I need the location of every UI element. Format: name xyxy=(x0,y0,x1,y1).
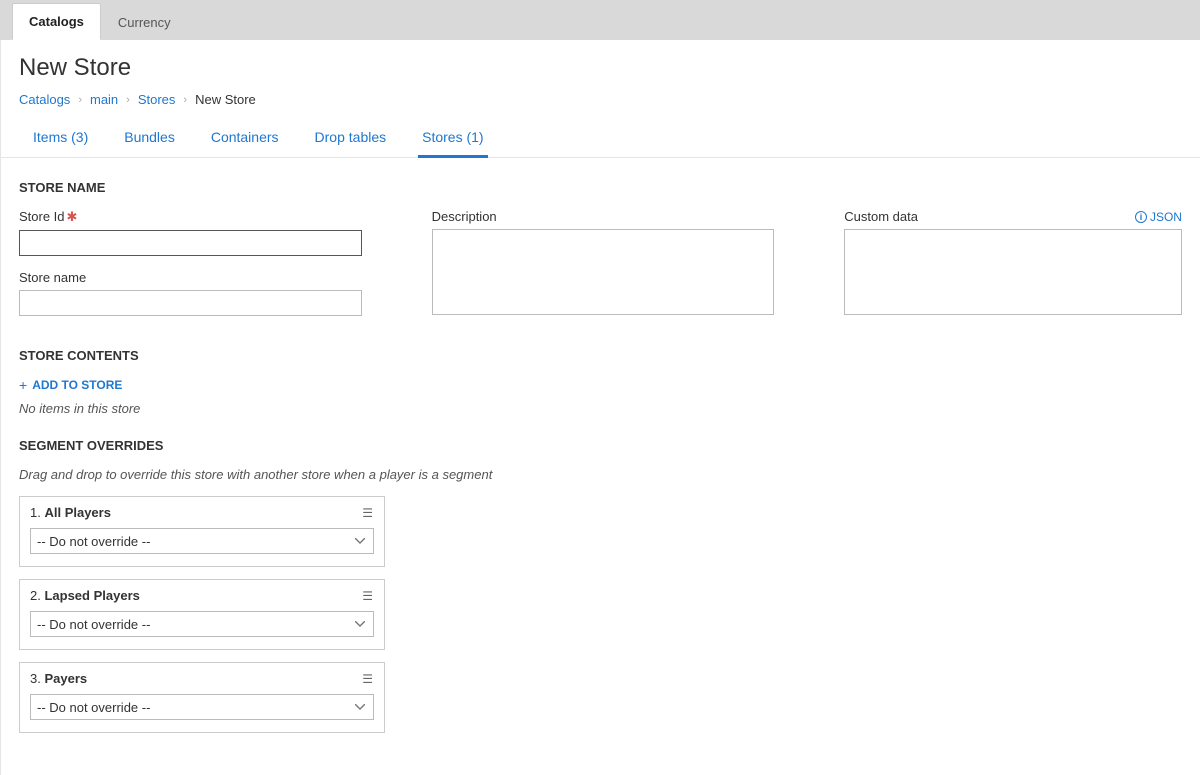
sub-tab-bundles[interactable]: Bundles xyxy=(120,119,179,158)
top-tab-bar: Catalogs Currency xyxy=(0,0,1200,40)
label-store-name: Store name xyxy=(19,270,362,285)
drag-handle-icon[interactable]: ☰ xyxy=(362,592,374,600)
segment-header: 1. All Players ☰ xyxy=(30,505,374,520)
chevron-right-icon: › xyxy=(183,94,187,106)
breadcrumb: Catalogs › main › Stores › New Store xyxy=(19,92,1182,107)
sub-tab-drop-tables[interactable]: Drop tables xyxy=(311,119,391,158)
tab-catalogs[interactable]: Catalogs xyxy=(12,3,101,40)
breadcrumb-stores[interactable]: Stores xyxy=(138,92,176,107)
segment-title: 3. Payers xyxy=(30,671,87,686)
required-asterisk-icon: ✱ xyxy=(67,209,78,224)
segment-override-select[interactable]: -- Do not override -- xyxy=(30,611,374,637)
label-store-id: Store Id✱ xyxy=(19,209,362,225)
json-link[interactable]: i JSON xyxy=(1135,210,1182,224)
chevron-right-icon: › xyxy=(78,94,82,106)
segment-card[interactable]: 3. Payers ☰ -- Do not override -- xyxy=(19,662,385,733)
add-to-store-button[interactable]: + ADD TO STORE xyxy=(19,377,122,393)
section-segment-overrides: SEGMENT OVERRIDES xyxy=(19,438,1182,453)
segment-override-select[interactable]: -- Do not override -- xyxy=(30,694,374,720)
tab-currency[interactable]: Currency xyxy=(101,4,188,40)
drag-handle-icon[interactable]: ☰ xyxy=(362,675,374,683)
segment-title: 1. All Players xyxy=(30,505,111,520)
chevron-right-icon: › xyxy=(126,94,130,106)
page-title: New Store xyxy=(19,54,1182,82)
drag-handle-icon[interactable]: ☰ xyxy=(362,509,374,517)
segment-card[interactable]: 1. All Players ☰ -- Do not override -- xyxy=(19,496,385,567)
section-store-name: STORE NAME xyxy=(19,180,1182,195)
section-store-contents: STORE CONTENTS xyxy=(19,348,1182,363)
segment-title: 2. Lapsed Players xyxy=(30,588,140,603)
segment-header: 3. Payers ☰ xyxy=(30,671,374,686)
label-description: Description xyxy=(432,209,775,224)
custom-data-textarea[interactable] xyxy=(844,229,1182,315)
info-icon: i xyxy=(1135,211,1147,223)
label-custom-data: Custom data xyxy=(844,209,918,224)
sub-tab-stores[interactable]: Stores (1) xyxy=(418,119,487,158)
store-id-input[interactable] xyxy=(19,230,362,256)
store-name-input[interactable] xyxy=(19,290,362,316)
breadcrumb-current: New Store xyxy=(195,92,256,107)
breadcrumb-main[interactable]: main xyxy=(90,92,118,107)
sub-tab-bar: Items (3) Bundles Containers Drop tables… xyxy=(1,119,1200,158)
segment-hint: Drag and drop to override this store wit… xyxy=(19,467,1182,482)
description-textarea[interactable] xyxy=(432,229,775,315)
breadcrumb-catalogs[interactable]: Catalogs xyxy=(19,92,70,107)
plus-icon: + xyxy=(19,377,27,393)
sub-tab-items[interactable]: Items (3) xyxy=(29,119,92,158)
no-items-note: No items in this store xyxy=(19,401,1182,416)
segment-override-select[interactable]: -- Do not override -- xyxy=(30,528,374,554)
sub-tab-containers[interactable]: Containers xyxy=(207,119,283,158)
segment-card[interactable]: 2. Lapsed Players ☰ -- Do not override -- xyxy=(19,579,385,650)
segment-header: 2. Lapsed Players ☰ xyxy=(30,588,374,603)
page-container: New Store Catalogs › main › Stores › New… xyxy=(0,40,1200,775)
